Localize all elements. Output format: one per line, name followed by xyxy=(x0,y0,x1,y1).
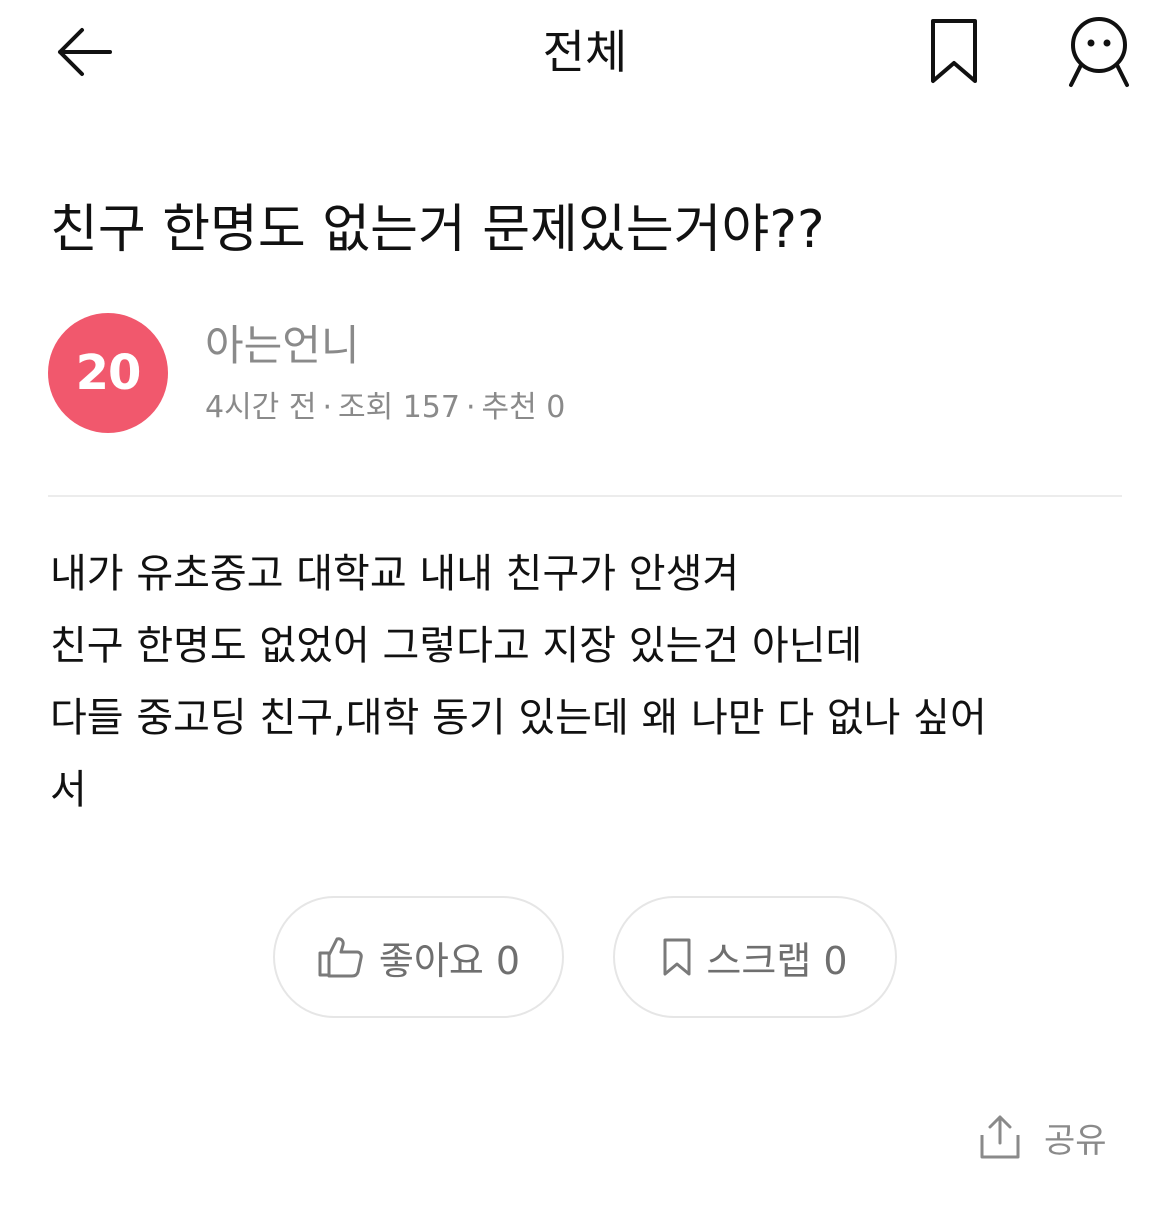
share-upload-icon xyxy=(978,1113,1022,1161)
body-line: 내가 유초중고 대학교 내내 친구가 안생겨 xyxy=(50,551,740,597)
page-title: 전체 xyxy=(542,25,628,79)
thumbs-up-icon xyxy=(317,935,365,979)
author-name[interactable]: 아는언니 xyxy=(205,318,360,374)
post-title: 친구 한명도 없는거 문제있는거야?? xyxy=(50,200,825,260)
back-button[interactable] xyxy=(44,14,124,90)
bookmark-button[interactable] xyxy=(918,10,990,94)
user-face-icon xyxy=(1067,15,1131,89)
arrow-left-icon xyxy=(54,27,114,77)
bookmark-outline-icon xyxy=(929,17,979,87)
recommend-count: 추천 0 xyxy=(481,390,566,425)
meta-separator: · xyxy=(465,390,476,425)
post-time: 4시간 전 xyxy=(205,390,317,425)
avatar[interactable]: 20 xyxy=(48,313,168,433)
body-line: 다들 중고딩 친구,대학 동기 있는데 왜 나만 다 없나 싶어 xyxy=(50,695,987,741)
scrap-label: 스크랩 0 xyxy=(706,938,848,983)
body-line: 서 xyxy=(50,767,87,813)
bookmark-small-icon xyxy=(662,937,692,977)
like-button[interactable]: 좋아요 0 xyxy=(273,896,564,1018)
post-meta: 4시간 전 · 조회 157 · 추천 0 xyxy=(205,386,565,430)
profile-button[interactable] xyxy=(1058,8,1140,96)
divider xyxy=(48,495,1122,497)
view-count: 조회 157 xyxy=(337,390,460,425)
body-line: 친구 한명도 없었어 그렇다고 지장 있는건 아닌데 xyxy=(50,623,863,669)
scrap-button[interactable]: 스크랩 0 xyxy=(613,896,897,1018)
share-button[interactable]: 공유 xyxy=(978,1108,1118,1166)
post-body: 내가 유초중고 대학교 내내 친구가 안생겨 친구 한명도 없었어 그렇다고 지… xyxy=(50,538,1130,826)
meta-separator: · xyxy=(322,390,332,425)
top-bar: 전체 xyxy=(0,0,1170,104)
avatar-age-label: 20 xyxy=(75,345,142,401)
share-label: 공유 xyxy=(1044,1120,1107,1161)
like-label: 좋아요 0 xyxy=(378,938,521,983)
